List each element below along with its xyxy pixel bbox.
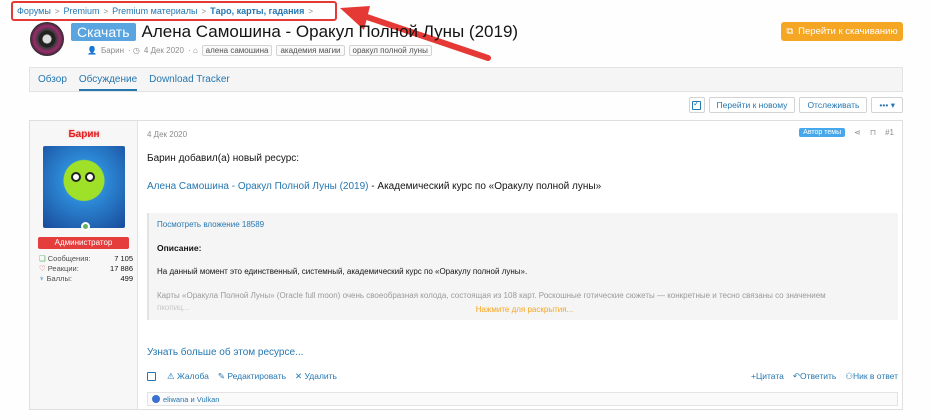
quote-label: Цитата xyxy=(755,370,784,381)
reply-icon: ↶ xyxy=(792,370,800,381)
resource-tail: - Академический курс по «Оракулу полной … xyxy=(368,181,602,192)
warning-icon: ⚠ xyxy=(167,370,177,381)
stat-label: Баллы: xyxy=(46,274,72,283)
goto-new-button[interactable]: Перейти к новому xyxy=(708,97,796,113)
resource-icon xyxy=(30,22,64,56)
meta-date[interactable]: 4 Дек 2020 xyxy=(144,46,184,55)
tag-item[interactable]: алена самошина xyxy=(201,45,273,56)
tag-item[interactable]: оракул полной луны xyxy=(348,45,432,56)
close-icon: ✕ xyxy=(295,370,305,381)
mention-button[interactable]: ⚇Ник в ответ xyxy=(845,371,898,382)
stat-value: 499 xyxy=(120,274,133,283)
avatar-eye xyxy=(71,172,81,182)
edit-label: Редактировать xyxy=(227,370,287,381)
avatar-eye xyxy=(85,172,95,182)
role-badge: Администратор xyxy=(38,237,129,249)
download-button[interactable]: ⧉ Перейти к скачиванию xyxy=(781,22,903,41)
expand-link[interactable]: Нажмите для раскрытия... xyxy=(149,305,900,314)
stat-label: Сообщения: xyxy=(47,254,91,263)
external-link-icon: ⧉ xyxy=(786,26,794,37)
report-label: Жалоба xyxy=(176,370,209,381)
description-paragraph: На данный момент это единственный, систе… xyxy=(157,267,528,276)
download-prefix-badge: Скачать xyxy=(71,23,136,41)
description-paragraph: Карты «Оракула Полной Луны» (Oracle full… xyxy=(157,291,826,300)
meta-author[interactable]: Барин xyxy=(101,46,124,55)
thread-toolbar: Перейти к новому Отслеживать ••• ▾ xyxy=(688,97,903,113)
tag-icon: · ⌂ xyxy=(187,46,198,55)
stat-row: ❏ Сообщения: 7 105 xyxy=(39,254,133,264)
select-checkbox[interactable] xyxy=(688,97,705,113)
author-badge: Автор темы xyxy=(799,128,846,137)
thread-title: Алена Самошина - Оракул Полной Луны (201… xyxy=(141,22,519,41)
clock-icon: · ◷ xyxy=(128,46,140,55)
share-icon[interactable]: ⋖ xyxy=(854,128,861,137)
stat-row: ♡ Реакции: 17 886 xyxy=(39,264,133,274)
watch-button[interactable]: Отслеживать xyxy=(799,97,868,113)
user-stats: ❏ Сообщения: 7 105 ♡ Реакции: 17 886 ♆ Балл… xyxy=(39,254,133,284)
more-label: ••• xyxy=(879,100,889,110)
report-button[interactable]: ⚠ Жалоба xyxy=(167,371,209,382)
post-body: 4 Дек 2020 Автор темы ⋖ ⊓ #1 Барин добав… xyxy=(147,121,902,409)
username[interactable]: Барин xyxy=(30,129,138,140)
post-user-cell: Барин Администратор ❏ Сообщения: 7 105 ♡ Р… xyxy=(30,121,138,409)
online-status-icon xyxy=(81,222,90,231)
mention-label: Ник в ответ xyxy=(852,370,898,381)
stat-value: 17 886 xyxy=(110,264,133,273)
messages-icon: ❏ xyxy=(39,254,46,263)
heart-icon: ♡ xyxy=(39,264,46,273)
reply-button[interactable]: ↶Ответить xyxy=(793,371,836,382)
reply-label: Ответить xyxy=(799,370,837,381)
post-actions-right: +Цитата ↶Ответить ⚇Ник в ответ xyxy=(751,371,898,382)
post-footer: ⚠ Жалоба ✎ Редактировать ✕ Удалить +Цита… xyxy=(147,367,898,385)
post-date[interactable]: 4 Дек 2020 xyxy=(147,130,187,139)
description-label: Описание: xyxy=(157,243,202,253)
tag-item[interactable]: академия магии xyxy=(276,45,345,56)
resource-link[interactable]: Алена Самошина - Оракул Полной Луны (201… xyxy=(147,181,369,192)
delete-button[interactable]: ✕ Удалить xyxy=(295,371,337,382)
learn-more-link[interactable]: Узнать больше об этом ресурсе... xyxy=(147,347,303,358)
post: Барин Администратор ❏ Сообщения: 7 105 ♡ Р… xyxy=(29,120,903,410)
post-select-checkbox[interactable] xyxy=(147,371,156,381)
divider xyxy=(29,91,903,92)
stat-label: Реакции: xyxy=(47,264,79,273)
avatar[interactable] xyxy=(43,146,125,228)
stat-value: 7 105 xyxy=(114,254,133,263)
post-number[interactable]: #1 xyxy=(885,128,894,137)
download-button-label: Перейти к скачиванию xyxy=(798,26,898,37)
pencil-icon: ✎ xyxy=(217,370,228,381)
bookmark-icon[interactable]: ⊓ xyxy=(870,128,876,137)
view-attachment-link[interactable]: Посмотреть вложение 18589 xyxy=(157,220,264,229)
like-icon xyxy=(152,395,160,403)
post-actions-left: ⚠ Жалоба ✎ Редактировать ✕ Удалить xyxy=(167,371,337,382)
resource-description: Посмотреть вложение 18589 Описание: На д… xyxy=(147,213,898,320)
resource-tabs: Обзор Обсуждение Download Tracker xyxy=(29,67,903,91)
reactions-bar: eliwana и Vulkan xyxy=(147,392,898,406)
chevron-down-icon: ▾ xyxy=(890,99,895,110)
resource-line: Алена Самошина - Оракул Полной Луны (201… xyxy=(147,181,601,192)
trophy-icon: ♆ xyxy=(39,274,45,283)
more-menu-button[interactable]: ••• ▾ xyxy=(871,97,903,113)
user-icon: ⚇ xyxy=(845,370,853,381)
stat-row: ♆ Баллы: 499 xyxy=(39,274,133,284)
user-icon: 👤 xyxy=(87,46,97,55)
checkbox-icon xyxy=(692,99,702,110)
reactions-users[interactable]: eliwana и Vulkan xyxy=(163,395,219,404)
page-title: Скачать Алена Самошина - Оракул Полной Л… xyxy=(71,22,518,42)
post-intro: Барин добавил(а) новый ресурс: xyxy=(147,153,300,164)
tab-discussion[interactable]: Обсуждение xyxy=(78,74,138,91)
tab-download-tracker[interactable]: Download Tracker xyxy=(149,74,230,91)
delete-label: Удалить xyxy=(304,370,337,381)
tab-overview[interactable]: Обзор xyxy=(38,74,67,91)
thread-meta: 👤 Барин · ◷ 4 Дек 2020 · ⌂ алена самошин… xyxy=(87,45,432,56)
quote-button[interactable]: +Цитата xyxy=(751,371,784,382)
edit-button[interactable]: ✎ Редактировать xyxy=(218,371,286,382)
post-header-actions: Автор темы ⋖ ⊓ #1 xyxy=(799,128,894,137)
